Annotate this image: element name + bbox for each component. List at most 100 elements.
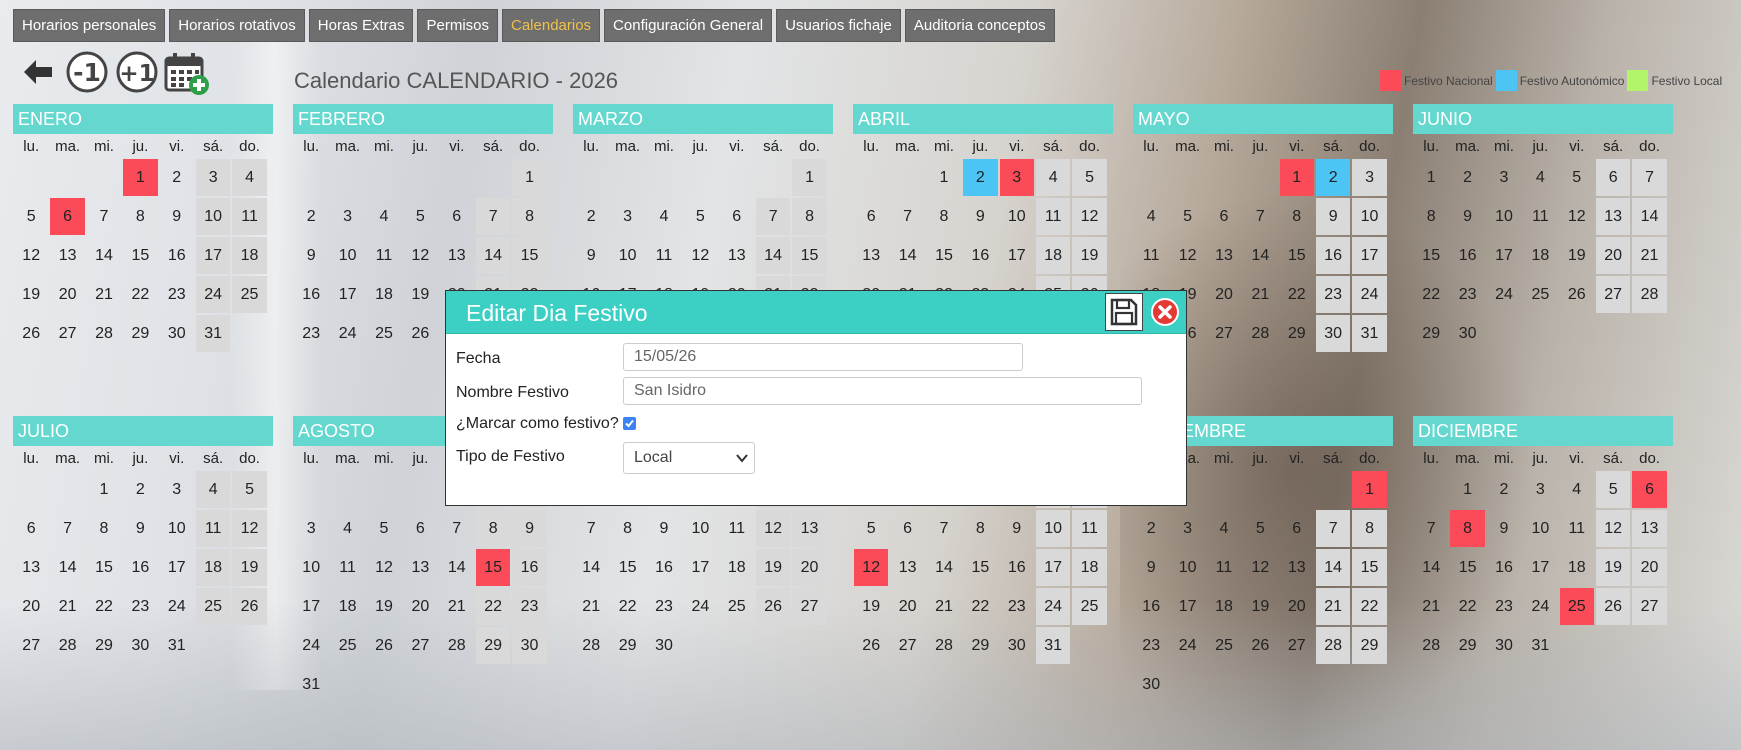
day-cell[interactable]: 27 — [50, 315, 84, 352]
day-cell[interactable]: 15 — [963, 549, 997, 586]
day-cell[interactable]: 3 — [1487, 159, 1521, 196]
day-cell[interactable]: 22 — [1280, 276, 1314, 313]
day-cell[interactable]: 7 — [755, 198, 791, 235]
day-cell[interactable]: 12 — [1243, 549, 1277, 586]
day-cell[interactable]: 14 — [755, 237, 791, 274]
day-cell[interactable]: 7 — [1632, 159, 1667, 196]
day-cell[interactable]: 28 — [1315, 627, 1351, 664]
day-cell[interactable]: 22 — [475, 588, 511, 625]
day-cell[interactable]: 27 — [890, 627, 924, 664]
arrow-left-icon[interactable] — [22, 58, 54, 91]
day-cell[interactable]: 10 — [683, 510, 717, 547]
day-cell[interactable]: 5 — [1243, 510, 1277, 547]
day-cell[interactable]: 15 — [792, 237, 827, 274]
day-cell[interactable]: 1 — [512, 159, 547, 196]
day-cell[interactable]: 25 — [330, 627, 364, 664]
day-cell[interactable]: 7 — [890, 198, 924, 235]
day-cell[interactable]: 26 — [14, 315, 48, 352]
day-cell[interactable]: 15 — [512, 237, 547, 274]
day-cell[interactable]: 27 — [1595, 276, 1631, 313]
day-cell[interactable]: 14 — [440, 549, 474, 586]
day-cell[interactable]: 28 — [574, 627, 608, 664]
day-cell[interactable]: 4 — [1134, 198, 1168, 235]
day-cell[interactable]: 13 — [14, 549, 48, 586]
day-cell[interactable]: 2 — [1315, 159, 1351, 196]
day-cell[interactable]: 25 — [1523, 276, 1557, 313]
day-cell[interactable]: 22 — [1414, 276, 1448, 313]
day-cell[interactable]: 24 — [160, 588, 194, 625]
day-cell[interactable]: 16 — [160, 237, 194, 274]
day-cell[interactable]: 23 — [1487, 588, 1521, 625]
day-cell[interactable]: 23 — [512, 588, 547, 625]
day-cell[interactable]: 2 — [1134, 510, 1168, 547]
day-cell[interactable]: 5 — [1560, 159, 1594, 196]
day-cell[interactable]: 17 — [195, 237, 231, 274]
day-cell[interactable]: 22 — [963, 588, 997, 625]
day-cell[interactable]: 9 — [512, 510, 547, 547]
day-cell[interactable]: 20 — [1595, 237, 1631, 274]
day-cell[interactable]: 29 — [1352, 627, 1387, 664]
day-cell[interactable]: 16 — [123, 549, 157, 586]
day-cell[interactable]: 1 — [1279, 159, 1314, 196]
day-cell[interactable]: 28 — [1632, 276, 1667, 313]
day-cell[interactable]: 11 — [647, 237, 681, 274]
day-cell[interactable]: 12 — [1072, 198, 1107, 235]
day-cell[interactable]: 11 — [1035, 198, 1071, 235]
day-cell[interactable]: 1 — [792, 159, 827, 196]
day-cell[interactable]: 31 — [1035, 627, 1071, 664]
day-cell[interactable]: 21 — [1414, 588, 1448, 625]
day-cell[interactable]: 3 — [294, 510, 328, 547]
day-cell[interactable]: 30 — [1450, 315, 1484, 352]
day-cell[interactable]: 5 — [403, 198, 437, 235]
day-cell[interactable]: 29 — [1450, 627, 1484, 664]
day-cell[interactable]: 14 — [87, 237, 121, 274]
day-cell[interactable]: 16 — [1000, 549, 1034, 586]
day-cell[interactable]: 17 — [1523, 549, 1557, 586]
day-cell[interactable]: 5 — [1072, 159, 1107, 196]
day-cell[interactable]: 22 — [87, 588, 121, 625]
day-cell[interactable]: 24 — [330, 315, 364, 352]
day-cell[interactable]: 15 — [1352, 549, 1387, 586]
day-cell[interactable]: 10 — [1523, 510, 1557, 547]
day-cell[interactable]: 22 — [610, 588, 644, 625]
day-cell[interactable]: 29 — [123, 315, 157, 352]
day-cell[interactable]: 14 — [1315, 549, 1351, 586]
day-cell[interactable]: 29 — [475, 627, 511, 664]
day-cell[interactable]: 8 — [792, 198, 827, 235]
day-cell[interactable]: 17 — [1000, 237, 1034, 274]
day-cell[interactable]: 7 — [1414, 510, 1448, 547]
day-cell[interactable]: 17 — [1487, 237, 1521, 274]
day-cell[interactable]: 15 — [87, 549, 121, 586]
day-cell[interactable]: 8 — [963, 510, 997, 547]
day-cell[interactable]: 25 — [232, 276, 267, 313]
day-cell[interactable]: 20 — [792, 549, 827, 586]
day-cell[interactable]: 29 — [1280, 315, 1314, 352]
day-cell[interactable]: 14 — [574, 549, 608, 586]
day-cell[interactable]: 24 — [195, 276, 231, 313]
day-cell[interactable]: 15 — [1450, 549, 1484, 586]
day-cell[interactable]: 14 — [475, 237, 511, 274]
day-cell[interactable]: 8 — [475, 510, 511, 547]
day-cell[interactable]: 28 — [927, 627, 961, 664]
tab-usuarios-fichaje[interactable]: Usuarios fichaje — [776, 9, 901, 42]
day-cell[interactable]: 10 — [195, 198, 231, 235]
day-cell[interactable]: 12 — [1595, 510, 1631, 547]
day-cell[interactable]: 26 — [755, 588, 791, 625]
day-cell[interactable]: 18 — [1207, 588, 1241, 625]
day-cell[interactable]: 19 — [14, 276, 48, 313]
day-cell[interactable]: 25 — [720, 588, 754, 625]
day-cell[interactable]: 6 — [890, 510, 924, 547]
day-cell[interactable]: 15 — [1414, 237, 1448, 274]
day-cell[interactable]: 9 — [1315, 198, 1351, 235]
day-cell[interactable]: 12 — [232, 510, 267, 547]
day-cell[interactable]: 23 — [1000, 588, 1034, 625]
day-cell[interactable]: 13 — [854, 237, 888, 274]
day-cell[interactable]: 3 — [195, 159, 231, 196]
day-cell[interactable]: 1 — [1352, 471, 1387, 508]
day-cell[interactable]: 4 — [232, 159, 267, 196]
day-cell[interactable]: 9 — [1000, 510, 1034, 547]
day-cell[interactable]: 18 — [195, 549, 231, 586]
day-cell[interactable]: 18 — [720, 549, 754, 586]
day-cell[interactable]: 31 — [294, 666, 328, 703]
day-cell[interactable]: 18 — [1523, 237, 1557, 274]
